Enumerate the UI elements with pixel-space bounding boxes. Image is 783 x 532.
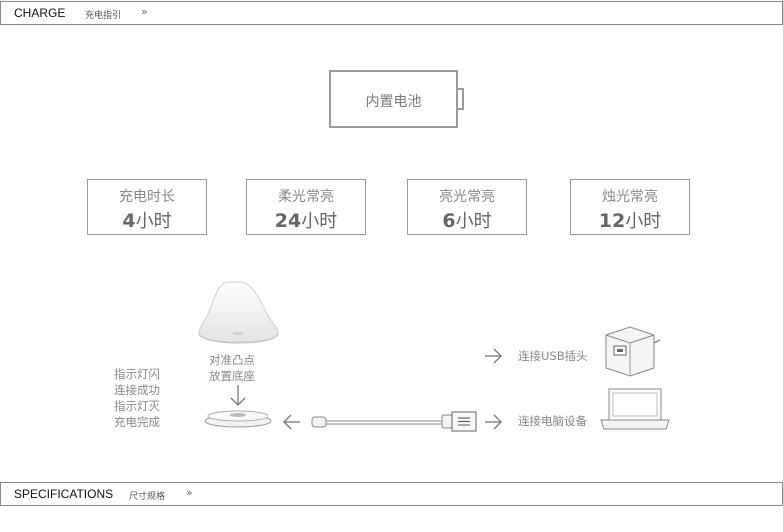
indicator-line: 指示灯闪 bbox=[114, 367, 160, 381]
indicator-line: 指示灯灭 bbox=[114, 399, 160, 413]
computer-label: 连接电脑设备 bbox=[518, 414, 587, 428]
chevron-right-icon: » bbox=[186, 486, 193, 499]
usb-adapter-icon bbox=[605, 326, 661, 377]
indicator-line: 充电完成 bbox=[114, 415, 160, 429]
indicator-instructions: 指示灯闪 连接成功 指示灯灭 充电完成 bbox=[114, 366, 160, 430]
indicator-line: 连接成功 bbox=[114, 383, 160, 397]
usb-plug-label: 连接USB插头 bbox=[518, 349, 588, 363]
down-arrow-icon bbox=[230, 385, 246, 406]
right-arrow-usb-icon bbox=[485, 348, 502, 364]
left-arrow-icon bbox=[283, 414, 300, 430]
charging-base-icon bbox=[204, 410, 272, 428]
section-title: SPECIFICATIONS bbox=[14, 487, 114, 501]
align-instruction: 对准凸点 放置底座 bbox=[209, 352, 255, 384]
align-text-line-2: 放置底座 bbox=[209, 369, 255, 383]
laptop-icon bbox=[600, 388, 670, 430]
right-arrow-computer-icon bbox=[485, 414, 502, 430]
specifications-section-header: SPECIFICATIONS 尺寸规格 » bbox=[0, 482, 783, 506]
charging-diagram bbox=[198, 281, 670, 432]
usb-cable-icon bbox=[311, 411, 477, 432]
lamp-icon bbox=[198, 281, 279, 344]
section-subtitle: 尺寸规格 bbox=[129, 492, 166, 502]
align-text-line-1: 对准凸点 bbox=[209, 353, 255, 367]
